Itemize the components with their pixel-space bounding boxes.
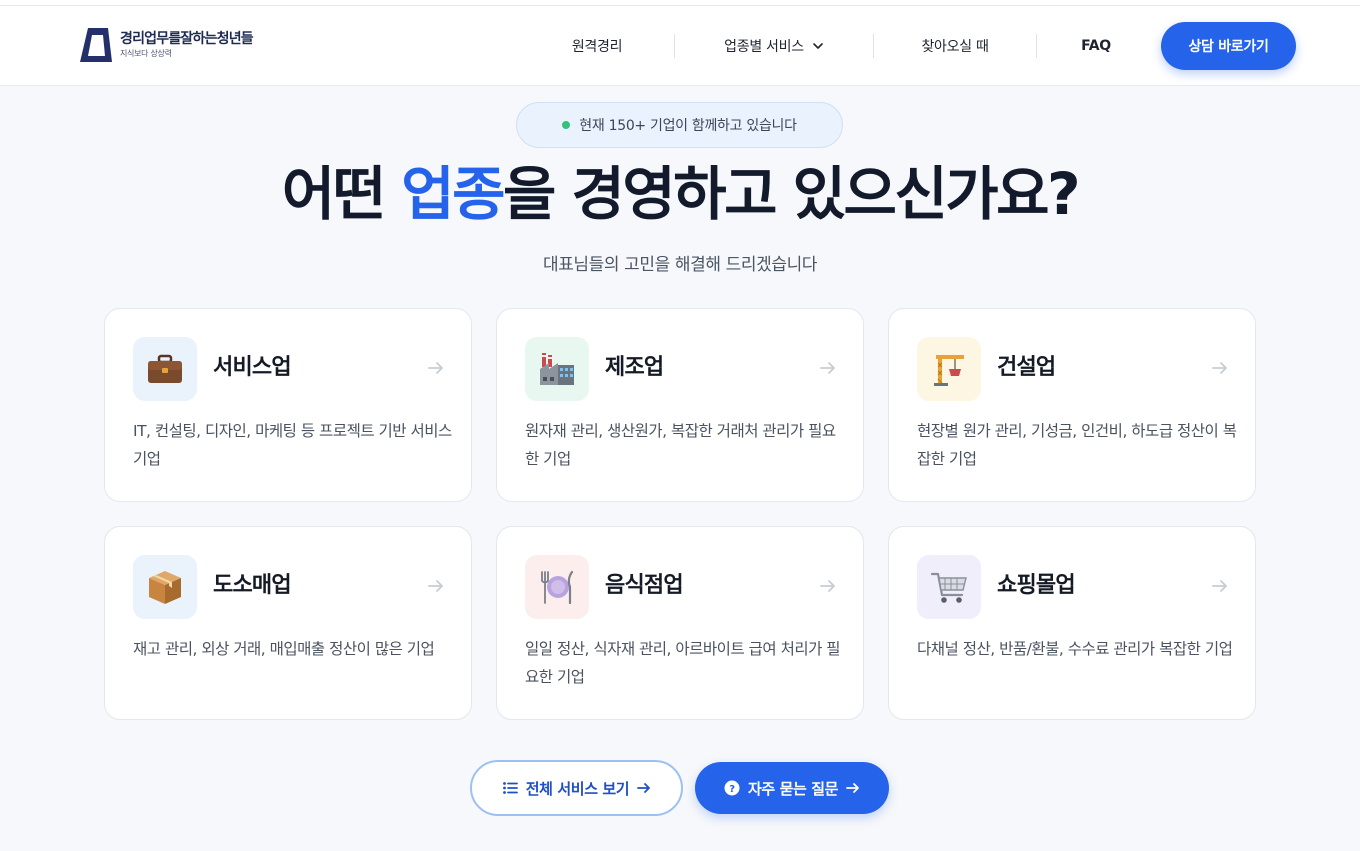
arrow-right-icon: [846, 783, 859, 793]
faq-label: 자주 묻는 질문: [747, 779, 839, 798]
industry-card-wholesale-retail[interactable]: 도소매업 재고 관리, 외상 거래, 매입매출 정산이 많은 기업: [104, 526, 472, 720]
industry-card-construction[interactable]: 건설업 현장별 원가 관리, 기성금, 인건비, 하도급 정산이 복잡한 기업: [888, 308, 1256, 502]
plate-cutlery-icon: [541, 570, 574, 605]
consult-button[interactable]: 상담 바로가기: [1161, 22, 1296, 70]
card-description: 재고 관리, 외상 거래, 매입매출 정산이 많은 기업: [133, 640, 435, 658]
card-title: 서비스업: [213, 355, 292, 380]
list-icon: [502, 782, 518, 794]
nav-item-label: 찾아오실 때: [921, 39, 989, 55]
factory-icon: [540, 353, 574, 385]
arrow-right-icon: [820, 362, 835, 374]
industry-card-restaurant[interactable]: 음식점업 일일 정산, 식자재 관리, 아르바이트 급여 처리가 필요한 기업: [496, 526, 864, 720]
arrow-right-icon: [428, 362, 443, 374]
nav-item-faq[interactable]: FAQ: [1037, 34, 1155, 58]
nav-item-remote-bookkeeping[interactable]: 원격경리: [520, 34, 674, 58]
card-title: 제조업: [605, 355, 664, 380]
page-title: 어떤 업종을 경영하고 있으신가요?: [0, 158, 1360, 230]
svg-text:?: ?: [729, 784, 735, 795]
faq-button[interactable]: ? 자주 묻는 질문: [695, 762, 889, 814]
industry-card-manufacturing[interactable]: 제조업 원자재 관리, 생산원가, 복잡한 거래처 관리가 필요한 기업: [496, 308, 864, 502]
arrow-right-icon: [1212, 362, 1227, 374]
main-nav: 원격경리 업종별 서비스 찾아오실 때 FAQ: [520, 6, 1155, 86]
status-dot: [562, 121, 571, 129]
question-circle-icon: ?: [724, 780, 740, 796]
brand-name: 경리업무를잘하는청년들: [120, 31, 254, 47]
all-services-label: 전체 서비스 보기: [525, 779, 630, 798]
customer-count-badge: 현재 150+ 기업이 함께하고 있습니다: [516, 102, 843, 148]
card-icon-box: [525, 555, 589, 619]
arrow-right-icon: [820, 580, 835, 592]
shopping-cart-icon: [930, 572, 967, 603]
nav-item-label: 업종별 서비스: [724, 39, 804, 55]
chevron-down-icon: [813, 43, 823, 49]
nav-item-industry-services[interactable]: 업종별 서비스: [675, 34, 873, 58]
card-icon-box: [525, 337, 589, 401]
industry-card-online-shop[interactable]: 쇼핑몰업 다채널 정산, 반품/환불, 수수료 관리가 복잡한 기업: [888, 526, 1256, 720]
card-description: 다채널 정산, 반품/환불, 수수료 관리가 복잡한 기업: [917, 640, 1233, 658]
nav-item-label: FAQ: [1081, 38, 1111, 54]
arrow-right-icon: [637, 783, 651, 793]
briefcase-icon: [148, 354, 182, 383]
all-services-button[interactable]: 전체 서비스 보기: [470, 760, 683, 816]
customer-count-text: 현재 150+ 기업이 함께하고 있습니다: [579, 118, 797, 134]
title-part-1: 어떤: [281, 160, 402, 228]
card-description: 원자재 관리, 생산원가, 복잡한 거래처 관리가 필요한 기업: [525, 422, 836, 468]
card-icon-box: [133, 337, 197, 401]
nav-item-directions[interactable]: 찾아오실 때: [874, 34, 1036, 58]
page-subtitle: 대표님들의 고민을 해결해 드리겠습니다: [542, 255, 818, 275]
card-title: 건설업: [997, 355, 1056, 380]
nav-item-label: 원격경리: [571, 39, 623, 55]
arrow-right-icon: [1212, 580, 1227, 592]
crane-icon: [934, 355, 964, 386]
card-icon-box: [133, 555, 197, 619]
title-part-2: 을 경영하고 있으신가요?: [503, 160, 1081, 228]
card-description: 현장별 원가 관리, 기성금, 인건비, 하도급 정산이 복잡한 기업: [917, 422, 1237, 468]
card-description: 일일 정산, 식자재 관리, 아르바이트 급여 처리가 필요한 기업: [525, 640, 841, 686]
brand-logo[interactable]: 경리업무를잘하는청년들 지식보다 상상력: [76, 26, 254, 64]
industry-card-service[interactable]: 서비스업 IT, 컨설팅, 디자인, 마케팅 등 프로젝트 기반 서비스 기업: [104, 308, 472, 502]
site-header: 경리업무를잘하는청년들 지식보다 상상력 원격경리 업종별 서비스 찾아오실 때…: [0, 6, 1360, 86]
brand-tagline: 지식보다 상상력: [120, 49, 172, 58]
arrow-right-icon: [428, 580, 443, 592]
card-title: 쇼핑몰업: [997, 573, 1076, 598]
package-icon: [149, 571, 181, 604]
logo-mark-icon: [80, 28, 112, 62]
card-description: IT, 컨설팅, 디자인, 마케팅 등 프로젝트 기반 서비스 기업: [133, 422, 452, 468]
title-highlight: 업종: [401, 160, 505, 228]
card-title: 도소매업: [213, 573, 292, 598]
card-icon-box: [917, 337, 981, 401]
card-icon-box: [917, 555, 981, 619]
card-title: 음식점업: [605, 573, 684, 598]
